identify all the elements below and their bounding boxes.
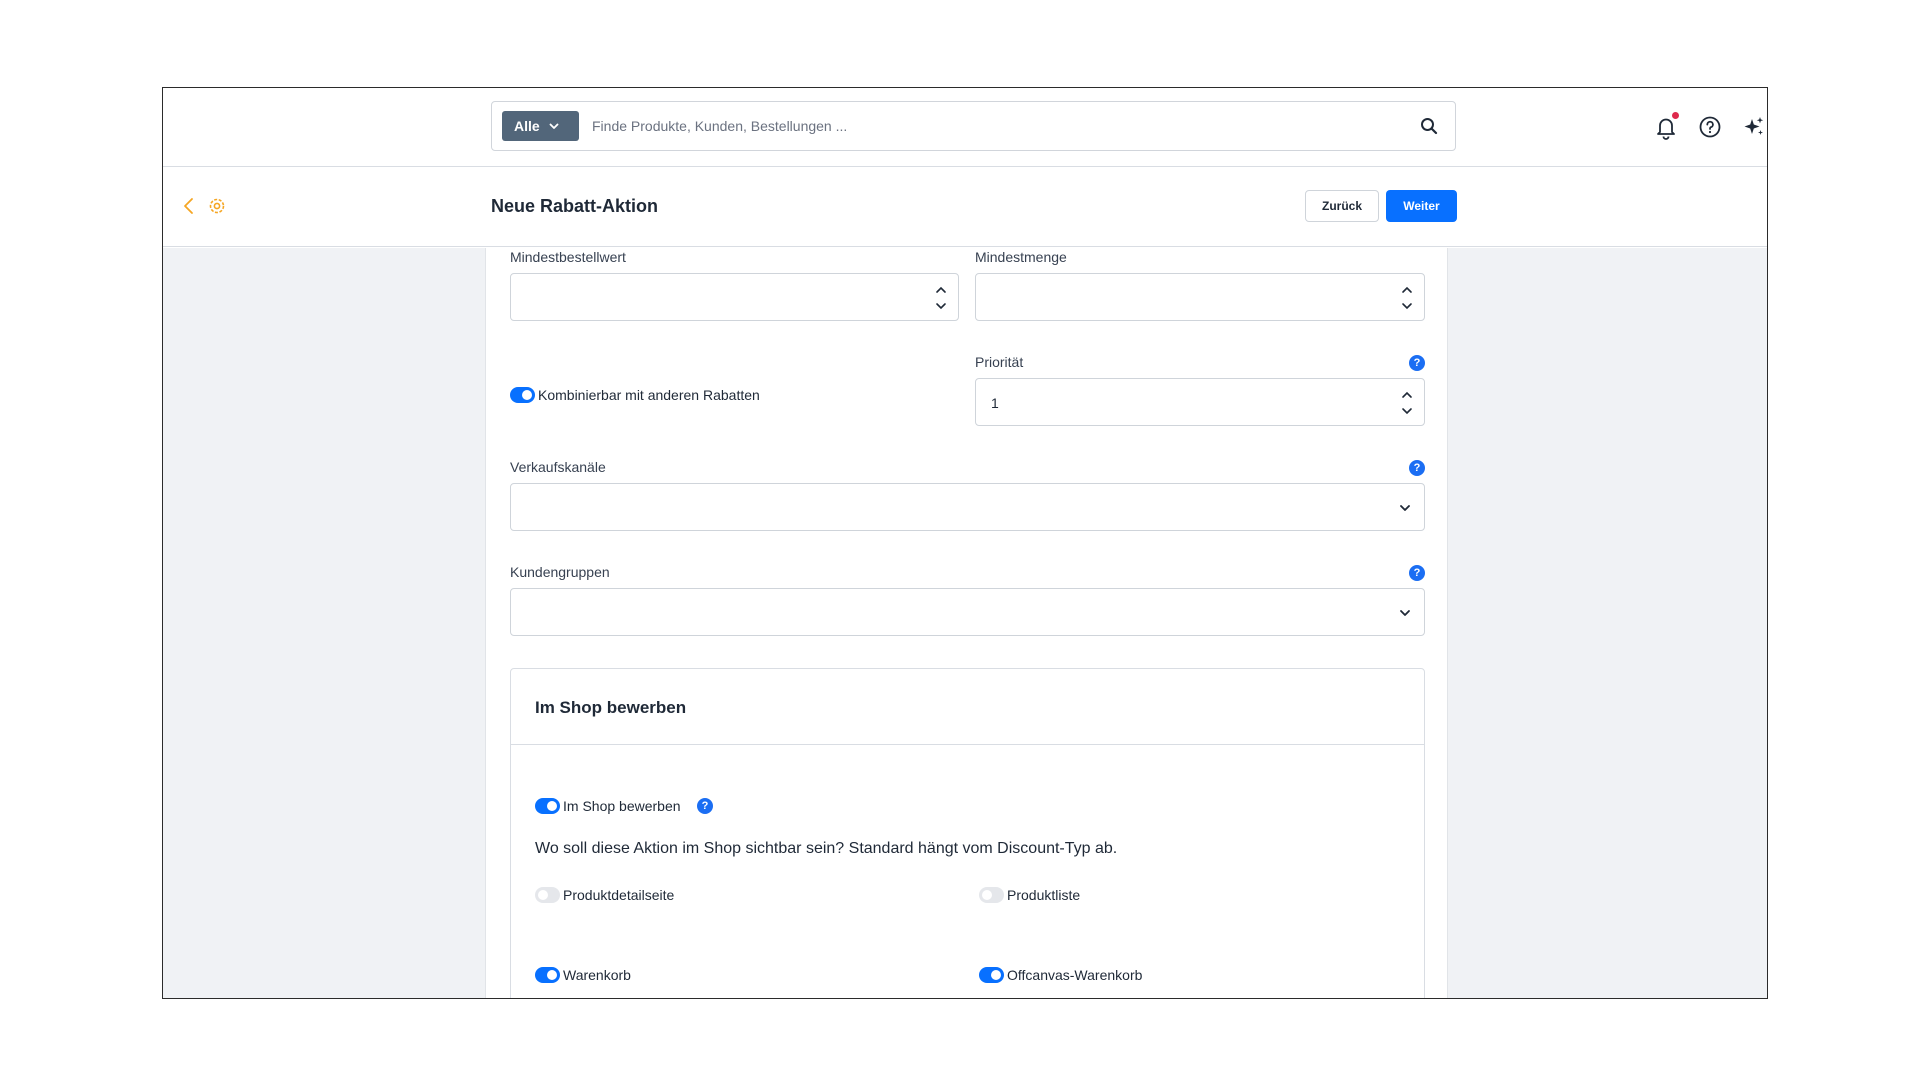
search-scope-label: Alle [514,118,540,134]
ai-assistant-button[interactable] [1741,114,1767,140]
top-bar: Alle [163,88,1767,167]
combinable-label: Kombinierbar mit anderen Rabatten [538,387,760,403]
offcanvas-cart-label: Offcanvas-Warenkorb [1007,967,1143,983]
page-header: Neue Rabatt-Aktion Zurück Weiter [163,167,1767,247]
page-title: Neue Rabatt-Aktion [491,196,659,216]
priority-field[interactable]: 1 [975,378,1425,426]
discount-form-card: Mindestbestellwert Mindestmenge Kombinie… [485,248,1448,998]
customer-groups-help-icon[interactable]: ? [1409,565,1425,581]
content-area: Mindestbestellwert Mindestmenge Kombinie… [163,248,1767,998]
sales-channels-help-icon[interactable]: ? [1409,460,1425,476]
back-button[interactable]: Zurück [1305,190,1379,222]
offcanvas-cart-toggle[interactable] [979,967,1004,983]
min-order-value-field[interactable] [510,273,959,321]
number-stepper-icon[interactable] [1400,280,1414,316]
promote-card-title: Im Shop bewerben [535,698,687,717]
promote-in-shop-label: Im Shop bewerben [563,798,681,814]
search-input[interactable] [592,111,1372,141]
sparkles-icon [1744,117,1764,135]
customer-groups-label: Kundengruppen [510,564,610,580]
sales-channels-select[interactable] [510,483,1425,531]
priority-value: 1 [991,395,999,411]
promote-help-icon[interactable]: ? [697,798,713,814]
app-window: Alle Neue Rabatt-Aktion Zurück Weiter [162,87,1768,999]
min-quantity-field[interactable] [975,273,1425,321]
chevron-down-icon [1400,610,1410,616]
min-order-value-label: Mindestbestellwert [510,249,626,265]
product-detail-toggle[interactable] [535,887,560,903]
priority-label: Priorität [975,354,1024,370]
sales-channels-label: Verkaufskanäle [510,459,606,475]
product-list-label: Produktliste [1007,887,1081,903]
next-button[interactable]: Weiter [1386,190,1457,222]
priority-help-icon[interactable]: ? [1409,355,1425,371]
search-scope-dropdown[interactable]: Alle [502,111,579,141]
promote-in-shop-card: Im Shop bewerben Im Shop bewerben ? Wo s… [510,668,1425,998]
combinable-toggle[interactable] [510,387,535,403]
min-quantity-label: Mindestmenge [975,249,1067,265]
customer-groups-select[interactable] [510,588,1425,636]
number-stepper-icon[interactable] [934,280,948,316]
question-circle-icon [1699,116,1721,138]
chevron-left-icon[interactable] [179,196,199,216]
gear-icon [209,198,225,214]
cart-toggle[interactable] [535,967,560,983]
cart-label: Warenkorb [563,967,631,983]
product-detail-label: Produktdetailseite [563,887,675,903]
chevron-down-icon [549,123,559,129]
help-button[interactable] [1697,114,1723,140]
product-list-toggle[interactable] [979,887,1004,903]
promote-hint-text: Wo soll diese Aktion im Shop sichtbar se… [535,840,1118,857]
chevron-down-icon [1400,505,1410,511]
promote-in-shop-toggle[interactable] [535,798,560,814]
number-stepper-icon[interactable] [1400,385,1414,421]
global-search: Alle [491,101,1456,151]
promote-card-header: Im Shop bewerben [511,669,1424,745]
notifications-button[interactable] [1653,112,1679,140]
search-icon[interactable] [1419,116,1439,136]
notification-dot [1672,112,1679,119]
